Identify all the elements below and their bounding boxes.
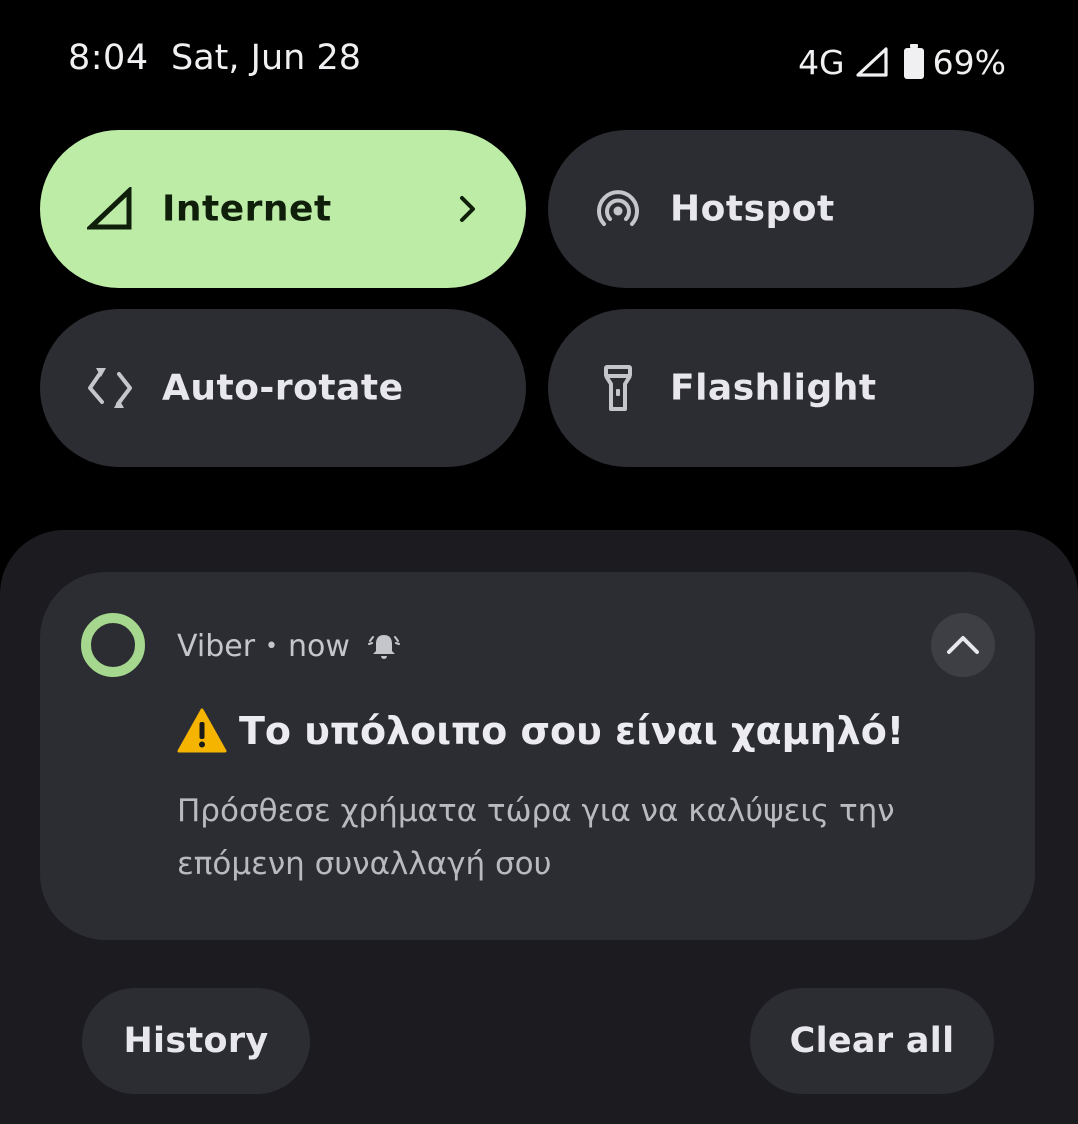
history-button[interactable]: History xyxy=(82,988,310,1094)
notification-app-name: Viber xyxy=(177,628,256,664)
tile-hotspot-label: Hotspot xyxy=(670,188,835,230)
tile-hotspot[interactable]: Hotspot xyxy=(548,130,1034,288)
chevron-right-icon[interactable] xyxy=(452,193,484,225)
notification-title: Το υπόλοιπο σου είναι χαμηλό! xyxy=(177,708,904,754)
chevron-up-icon xyxy=(945,634,981,656)
screen: 8:04 Sat, Jun 28 4G 69% Internet Hotspot… xyxy=(0,0,1078,1124)
viber-app-icon xyxy=(81,613,145,677)
status-time: 8:04 xyxy=(68,38,149,78)
battery-percent: 69% xyxy=(932,42,1006,82)
status-indicators: 4G 69% xyxy=(798,40,1006,84)
flashlight-icon xyxy=(594,364,642,412)
status-date: Sat, Jun 28 xyxy=(171,38,361,78)
network-type: 4G xyxy=(798,42,845,82)
status-bar: 8:04 Sat, Jun 28 4G 69% xyxy=(0,0,1078,124)
cell-signal-icon xyxy=(86,185,134,233)
tile-flashlight[interactable]: Flashlight xyxy=(548,309,1034,467)
tile-flashlight-label: Flashlight xyxy=(670,367,877,409)
notification-separator: • xyxy=(265,633,279,659)
alert-bell-icon xyxy=(367,631,400,661)
clear-all-button[interactable]: Clear all xyxy=(750,988,994,1094)
tile-auto-rotate[interactable]: Auto-rotate xyxy=(40,309,526,467)
notification-time: now xyxy=(288,628,350,664)
cell-signal-icon xyxy=(855,46,889,78)
battery-icon xyxy=(903,44,925,80)
warning-icon xyxy=(177,708,227,754)
collapse-notification-button[interactable] xyxy=(931,613,995,677)
tile-internet-label: Internet xyxy=(162,188,332,230)
tile-auto-rotate-label: Auto-rotate xyxy=(162,367,404,409)
tile-internet[interactable]: Internet xyxy=(40,130,526,288)
notification-title-text: Το υπόλοιπο σου είναι χαμηλό! xyxy=(239,709,905,753)
notification-header: Viber • now xyxy=(177,624,400,668)
auto-rotate-icon xyxy=(86,364,134,412)
hotspot-icon xyxy=(594,185,642,233)
notification-body: Πρόσθεσε χρήματα τώρα για να καλύψεις τη… xyxy=(177,793,895,882)
